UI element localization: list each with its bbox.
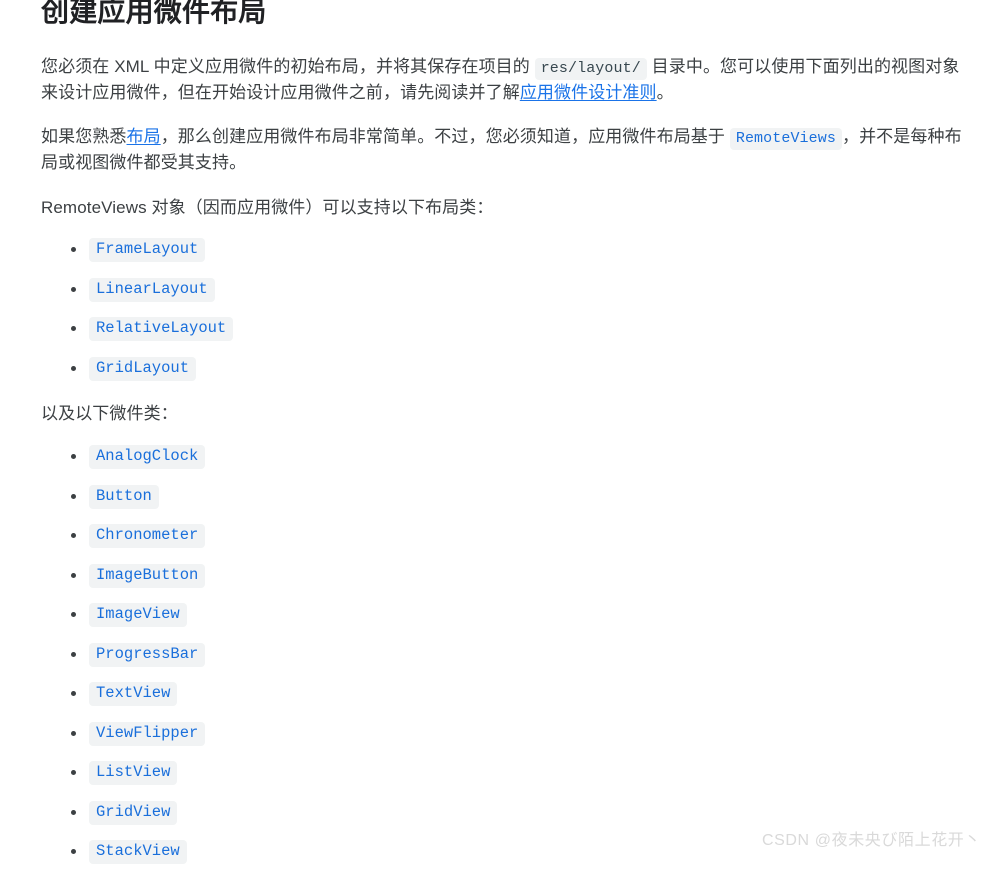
list-item: LinearLayout: [41, 277, 233, 318]
code-chip-layout-class: GridLayout: [89, 356, 197, 381]
code-chip-widget-class: GridView: [89, 800, 178, 825]
code-chip-widget-class: Button: [89, 484, 159, 509]
code-chip-widget-class: ImageButton: [89, 563, 206, 588]
list-item: FrameLayout: [41, 238, 233, 278]
paragraph-intro-text-1: 您必须在 XML 中定义应用微件的初始布局，并将其保存在项目的: [41, 57, 530, 76]
link-layouts[interactable]: 布局: [127, 127, 161, 146]
list-item: TextView: [41, 682, 205, 722]
code-chip-layout-class: FrameLayout: [89, 238, 206, 262]
list-item: ImageButton: [41, 563, 206, 604]
code-chip-layout-class: LinearLayout: [89, 277, 215, 302]
paragraph-remoteviews-text-2: ，那么创建应用微件布局非常简单。不过，您必须知道，应用微件布局基于: [160, 127, 726, 146]
paragraph-supported-widgets-lead: 以及以下微件类：: [41, 404, 178, 423]
layout-classes-list: FrameLayout LinearLayout RelativeLayout …: [41, 238, 234, 397]
document-page: 创建应用微件布局 您必须在 XML 中定义应用微件的初始布局，并将其保存在项目的…: [0, 0, 995, 864]
widget-classes-list: AnalogClock Button Chronometer ImageButt…: [41, 445, 206, 880]
list-item: ImageView: [41, 603, 205, 643]
csdn-watermark: CSDN @夜未央び陌上花开丶: [761, 832, 981, 849]
code-chip-widget-class: AnalogClock: [89, 445, 206, 469]
list-item: ProgressBar: [41, 642, 206, 683]
code-chip-widget-class: ViewFlipper: [89, 721, 206, 746]
paragraph-intro-text-3: 。: [656, 83, 674, 102]
list-item: Button: [41, 484, 205, 525]
paragraph-remoteviews: 如果您熟悉布局，那么创建应用微件布局非常简单。不过，您必须知道，应用微件布局基于…: [41, 124, 973, 176]
code-chip-widget-class: ImageView: [89, 603, 187, 627]
list-item: ListView: [41, 761, 205, 801]
list-item: StackView: [41, 840, 205, 880]
paragraph-remoteviews-text-1: 如果您熟悉: [41, 127, 127, 146]
list-item: ViewFlipper: [41, 721, 206, 762]
list-item: Chronometer: [41, 524, 206, 564]
code-chip-widget-class: TextView: [89, 682, 178, 706]
paragraph-supported-layouts-lead: RemoteViews 对象（因而应用微件）可以支持以下布局类：: [41, 198, 494, 217]
list-item: GridLayout: [41, 356, 233, 397]
list-item: GridView: [41, 800, 205, 841]
code-chip-res-layout: res/layout/: [534, 58, 647, 80]
code-chip-widget-class: ProgressBar: [89, 642, 206, 667]
page-title: 创建应用微件布局: [41, 0, 267, 27]
code-chip-widget-class: Chronometer: [89, 524, 206, 548]
code-chip-widget-class: ListView: [89, 761, 178, 785]
list-item: AnalogClock: [41, 445, 206, 485]
code-chip-widget-class: StackView: [89, 840, 187, 864]
paragraph-intro: 您必须在 XML 中定义应用微件的初始布局，并将其保存在项目的 res/layo…: [41, 54, 973, 106]
list-item: RelativeLayout: [41, 317, 234, 357]
code-chip-remoteviews: RemoteViews: [729, 128, 842, 150]
link-widget-design-guidelines[interactable]: 应用微件设计准则: [520, 83, 657, 102]
code-chip-layout-class: RelativeLayout: [89, 317, 234, 341]
